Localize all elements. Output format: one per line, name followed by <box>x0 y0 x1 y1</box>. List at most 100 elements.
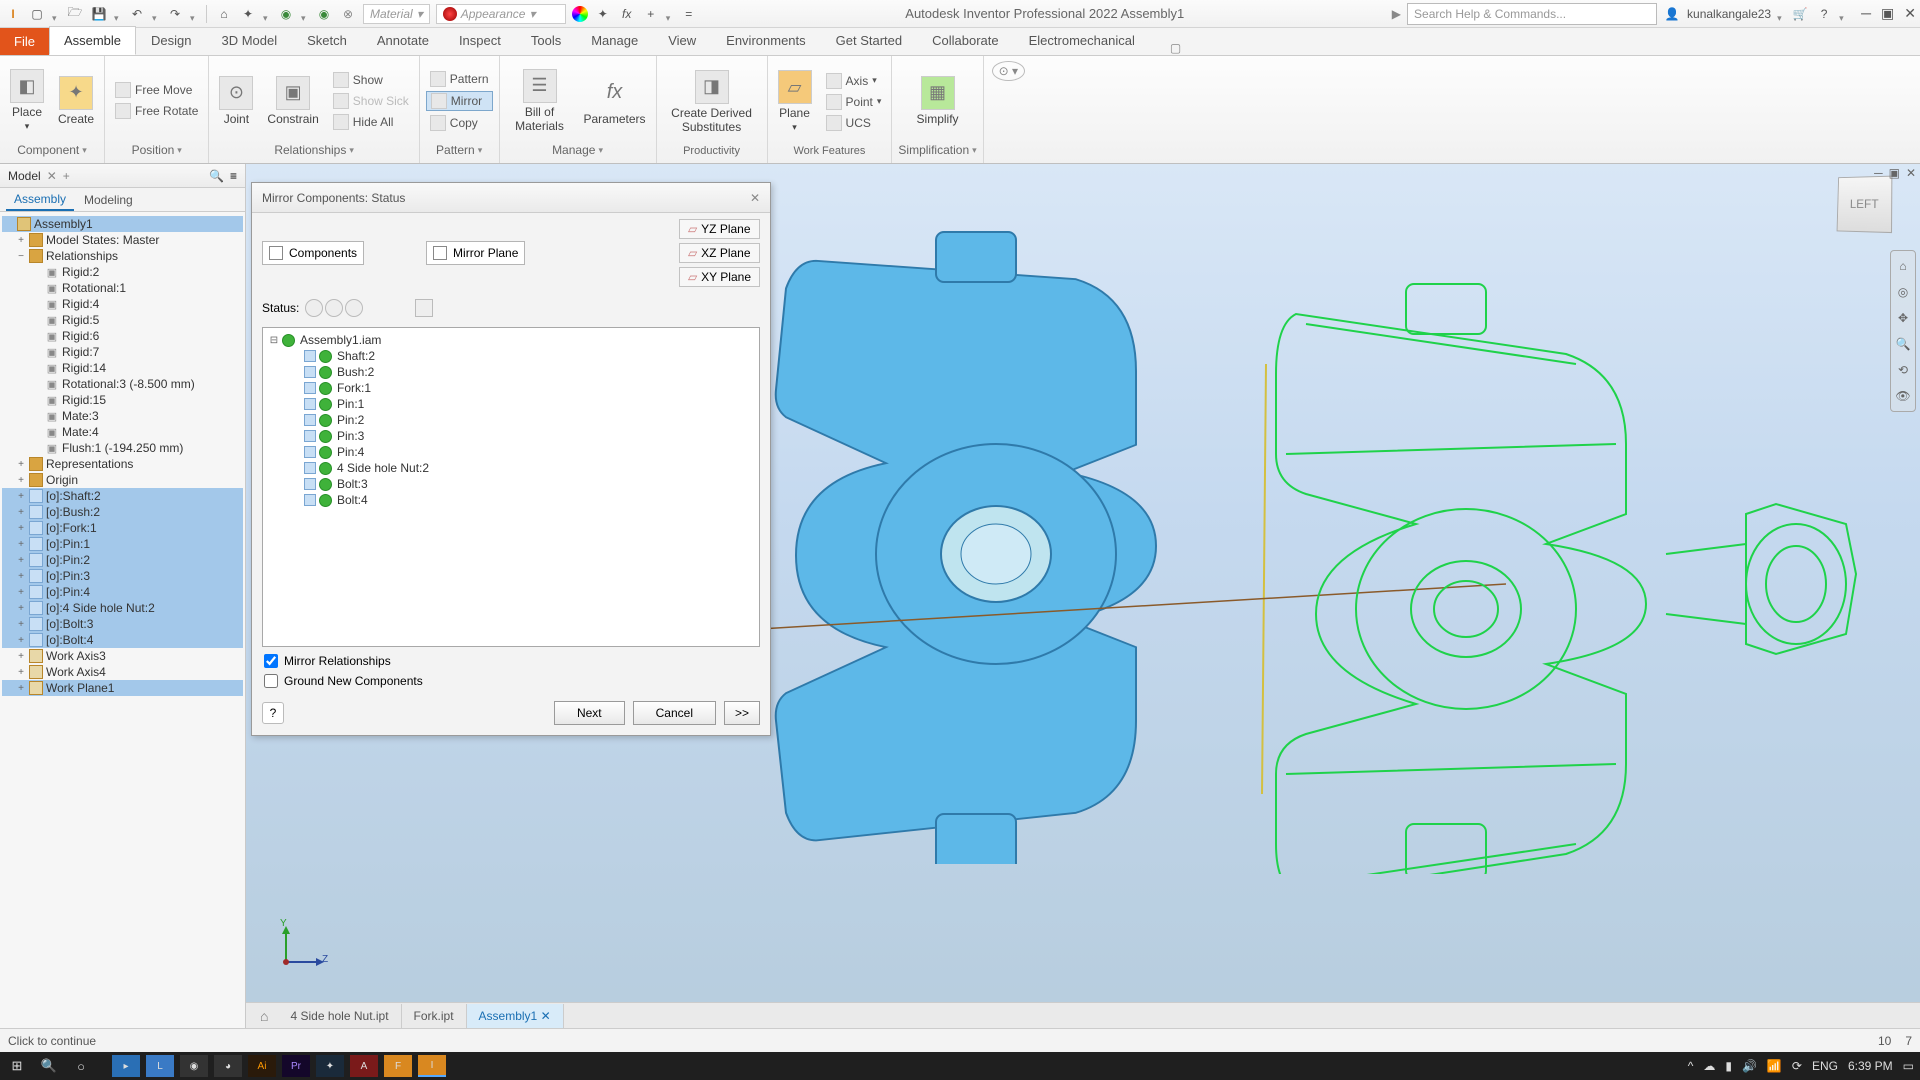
joint-button[interactable]: ⊙Joint <box>215 74 257 128</box>
tree-root[interactable]: Assembly1 <box>2 216 243 232</box>
nav-pan-icon[interactable]: ✥ <box>1894 309 1912 327</box>
dtree-item[interactable]: Bush:2 <box>267 364 755 380</box>
tree-part[interactable]: +[o]:Shaft:2 <box>2 488 243 504</box>
show-sick-button[interactable]: Show Sick <box>329 92 413 110</box>
tree-constraint[interactable]: ▣Rigid:4 <box>2 296 243 312</box>
status-opt3-icon[interactable] <box>345 299 363 317</box>
color-icon[interactable]: ◉ <box>277 5 295 23</box>
more-icon[interactable]: = <box>680 5 698 23</box>
point-button[interactable]: Point▾ <box>822 93 886 111</box>
tree-part[interactable]: +[o]:Pin:3 <box>2 568 243 584</box>
doc-tab[interactable]: 4 Side hole Nut.ipt <box>278 1004 401 1028</box>
tab-annotate[interactable]: Annotate <box>362 26 444 55</box>
inner-restore-icon[interactable]: ▣ <box>1889 166 1900 180</box>
tree-constraint[interactable]: ▣Rigid:6 <box>2 328 243 344</box>
tab-environments[interactable]: Environments <box>711 26 820 55</box>
tab-getstarted[interactable]: Get Started <box>821 26 917 55</box>
ucs-button[interactable]: UCS <box>822 114 886 132</box>
simplify-button[interactable]: ▦Simplify <box>913 74 963 128</box>
create-button[interactable]: ✦Create <box>54 74 98 128</box>
tab-inspect[interactable]: Inspect <box>444 26 516 55</box>
copy-small-icon[interactable] <box>415 299 433 317</box>
dtree-item[interactable]: Bolt:3 <box>267 476 755 492</box>
free-move-button[interactable]: Free Move <box>111 81 202 99</box>
ground-new-check[interactable]: Ground New Components <box>252 671 770 691</box>
free-rotate-button[interactable]: Free Rotate <box>111 102 202 120</box>
dropdown-icon[interactable] <box>263 10 271 18</box>
battery-icon[interactable]: ▮ <box>1725 1059 1732 1073</box>
hatch-icon[interactable]: ⊗ <box>339 5 357 23</box>
dropdown-icon[interactable] <box>52 10 60 18</box>
search-icon[interactable]: 🔍 <box>209 169 224 183</box>
nav-zoom-icon[interactable]: 🔍 <box>1894 335 1912 353</box>
save-icon[interactable]: 💾 <box>90 5 108 23</box>
appearance-dropdown[interactable]: Appearance▾ <box>436 4 566 24</box>
tree-constraint[interactable]: ▣Rigid:7 <box>2 344 243 360</box>
user-icon[interactable]: 👤 <box>1663 5 1681 23</box>
dropdown-icon[interactable] <box>301 10 309 18</box>
tree-constraint[interactable]: ▣Rigid:5 <box>2 312 243 328</box>
tree-part[interactable]: +[o]:Bolt:4 <box>2 632 243 648</box>
onedrive-icon[interactable]: ☁ <box>1703 1059 1715 1073</box>
measure-icon[interactable]: ✦ <box>594 5 612 23</box>
tab-collaborate[interactable]: Collaborate <box>917 26 1014 55</box>
show-button[interactable]: Show <box>329 71 413 89</box>
status-opt2-icon[interactable] <box>325 299 343 317</box>
expand-button[interactable]: >> <box>724 701 760 725</box>
next-button[interactable]: Next <box>554 701 625 725</box>
search-arrow-icon[interactable]: ▶ <box>1392 7 1401 21</box>
parameters-button[interactable]: fxParameters <box>580 74 650 128</box>
tab-tools[interactable]: Tools <box>516 26 576 55</box>
tree-work[interactable]: +Work Axis3 <box>2 648 243 664</box>
inner-close-icon[interactable]: ✕ <box>1906 166 1916 180</box>
user-name[interactable]: kunalkangale23 <box>1687 7 1771 21</box>
tab-electromechanical[interactable]: Electromechanical <box>1014 26 1150 55</box>
dtree-root[interactable]: ⊟Assembly1.iam <box>267 332 755 348</box>
color2-icon[interactable]: ◉ <box>315 5 333 23</box>
nav-look-icon[interactable]: 👁 <box>1894 387 1912 405</box>
illustrator-icon[interactable]: Ai <box>248 1055 276 1077</box>
status-opt1-icon[interactable] <box>305 299 323 317</box>
dropdown-icon[interactable] <box>1839 10 1847 18</box>
close-icon[interactable]: ✕ <box>1904 5 1916 22</box>
tree-part[interactable]: +[o]:Pin:1 <box>2 536 243 552</box>
axis-button[interactable]: Axis▾ <box>822 72 886 90</box>
dtree-item[interactable]: Bolt:4 <box>267 492 755 508</box>
close-tab-icon[interactable]: ✕ <box>47 169 57 183</box>
tree-part[interactable]: +[o]:Bolt:3 <box>2 616 243 632</box>
tab-3dmodel[interactable]: 3D Model <box>207 26 293 55</box>
help-icon[interactable]: ? <box>1815 5 1833 23</box>
tree-item[interactable]: +Origin <box>2 472 243 488</box>
bom-button[interactable]: ☰Bill of Materials <box>506 67 574 135</box>
doc-tab[interactable]: Fork.ipt <box>402 1004 467 1028</box>
checkbox[interactable] <box>264 674 278 688</box>
tool-icon[interactable]: ✦ <box>239 5 257 23</box>
dtree-item[interactable]: Fork:1 <box>267 380 755 396</box>
tab-manage[interactable]: Manage <box>576 26 653 55</box>
hide-all-button[interactable]: Hide All <box>329 113 413 131</box>
close-tab-icon[interactable]: ✕ <box>541 1009 551 1023</box>
dropdown-icon[interactable] <box>666 10 674 18</box>
yz-plane-button[interactable]: ▱YZ Plane <box>679 219 760 239</box>
mirror-button[interactable]: Mirror <box>426 91 493 111</box>
subtab-modeling[interactable]: Modeling <box>76 190 141 210</box>
subtab-assembly[interactable]: Assembly <box>6 189 74 211</box>
xz-plane-button[interactable]: ▱XZ Plane <box>679 243 760 263</box>
inner-minimize-icon[interactable]: ─ <box>1874 166 1883 180</box>
dtree-item[interactable]: Pin:1 <box>267 396 755 412</box>
plus-icon[interactable]: + <box>642 5 660 23</box>
inventor-icon[interactable]: I <box>418 1055 446 1077</box>
components-select[interactable]: Components <box>262 241 364 265</box>
constrain-button[interactable]: ▣Constrain <box>263 74 322 128</box>
new-icon[interactable]: ▢ <box>28 5 46 23</box>
dtree-item[interactable]: Pin:4 <box>267 444 755 460</box>
tree-constraint[interactable]: ▣Rotational:1 <box>2 280 243 296</box>
app-icon[interactable]: ✦ <box>316 1055 344 1077</box>
colorwheel-icon[interactable] <box>572 6 588 22</box>
tree-part[interactable]: +[o]:Pin:2 <box>2 552 243 568</box>
search-input[interactable]: Search Help & Commands... <box>1407 3 1657 25</box>
xy-plane-button[interactable]: ▱XY Plane <box>679 267 760 287</box>
notifications-icon[interactable]: ▭ <box>1903 1059 1914 1073</box>
home-doc-icon[interactable]: ⌂ <box>250 1008 278 1024</box>
tray-up-icon[interactable]: ^ <box>1688 1059 1694 1073</box>
